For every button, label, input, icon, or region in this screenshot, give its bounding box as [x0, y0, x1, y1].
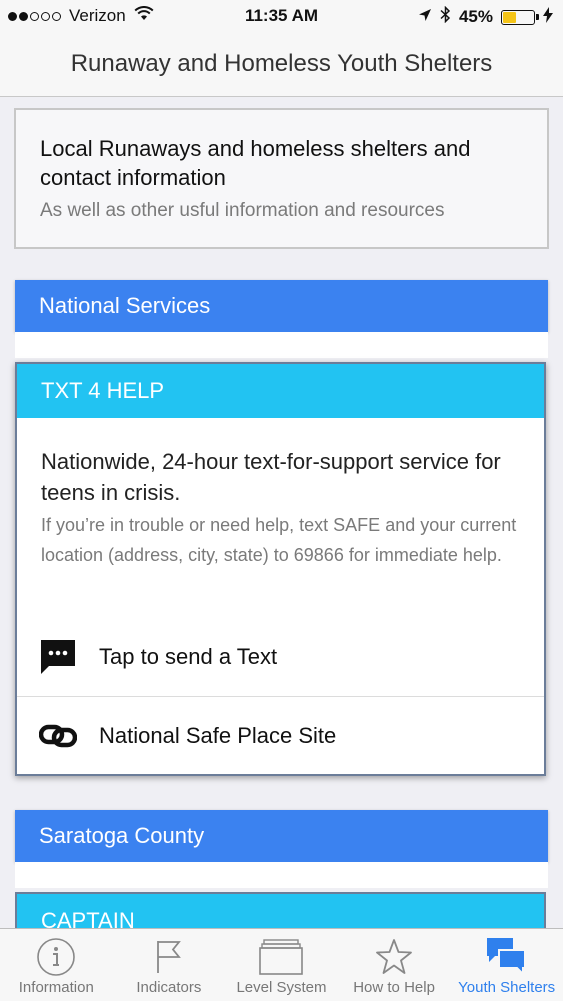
stack-icon: [258, 935, 304, 979]
info-icon: [36, 935, 76, 979]
tab-label: How to Help: [353, 979, 435, 996]
tab-youth-shelters[interactable]: Youth Shelters: [450, 929, 563, 1001]
safe-place-link-action[interactable]: National Safe Place Site: [17, 697, 544, 775]
tab-label: Indicators: [136, 979, 202, 996]
section-spacer: [15, 862, 548, 888]
location-arrow-icon: [418, 7, 432, 27]
intro-subtitle: As well as other usful information and r…: [40, 200, 445, 221]
section-header-national-services: National Services: [15, 280, 548, 332]
message-icon: [39, 638, 77, 676]
charging-bolt-icon: [543, 6, 553, 28]
card-body: Nationwide, 24-hour text-for-support ser…: [17, 418, 544, 570]
service-card-txt4help: TXT 4 HELP Nationwide, 24-hour text-for-…: [15, 362, 546, 776]
section-spacer: [15, 332, 548, 358]
chat-bubbles-icon: [485, 935, 529, 979]
section-header-label: Saratoga County: [39, 823, 205, 848]
card-title-bar: TXT 4 HELP: [17, 364, 544, 418]
tab-label: Information: [18, 979, 94, 996]
send-text-action[interactable]: Tap to send a Text: [17, 618, 544, 696]
status-bar: Verizon 11:35 AM 45%: [0, 0, 563, 32]
tab-how-to-help[interactable]: How to Help: [338, 929, 451, 1001]
status-right: 45%: [418, 5, 553, 28]
intro-heading: Local Runaways and homeless shelters and…: [40, 136, 471, 190]
safe-place-link-label: National Safe Place Site: [99, 723, 337, 748]
battery-icon: [501, 9, 539, 25]
tab-level-system[interactable]: Level System: [225, 929, 338, 1001]
link-icon: [39, 717, 77, 755]
battery-percent: 45%: [458, 7, 493, 26]
page-title: Runaway and Homeless Youth Shelters: [70, 50, 493, 77]
tab-label: Youth Shelters: [458, 979, 556, 996]
tab-label: Level System: [236, 979, 327, 996]
flag-icon: [154, 935, 184, 979]
bluetooth-icon: [440, 5, 451, 28]
navigation-bar: Runaway and Homeless Youth Shelters: [0, 32, 563, 97]
card-lead-text: Nationwide, 24-hour text-for-support ser…: [41, 449, 501, 505]
tab-indicators[interactable]: Indicators: [113, 929, 226, 1001]
section-header-saratoga-county: Saratoga County: [15, 810, 548, 862]
card-description: If you’re in trouble or need help, text …: [41, 515, 517, 565]
section-header-label: National Services: [39, 293, 211, 318]
tab-bar: Information Indicators Level System How …: [0, 928, 563, 1001]
send-text-label: Tap to send a Text: [99, 644, 278, 669]
intro-card: Local Runaways and homeless shelters and…: [14, 108, 549, 249]
star-icon: [375, 935, 413, 979]
card-title: TXT 4 HELP: [41, 378, 165, 403]
tab-information[interactable]: Information: [0, 929, 113, 1001]
